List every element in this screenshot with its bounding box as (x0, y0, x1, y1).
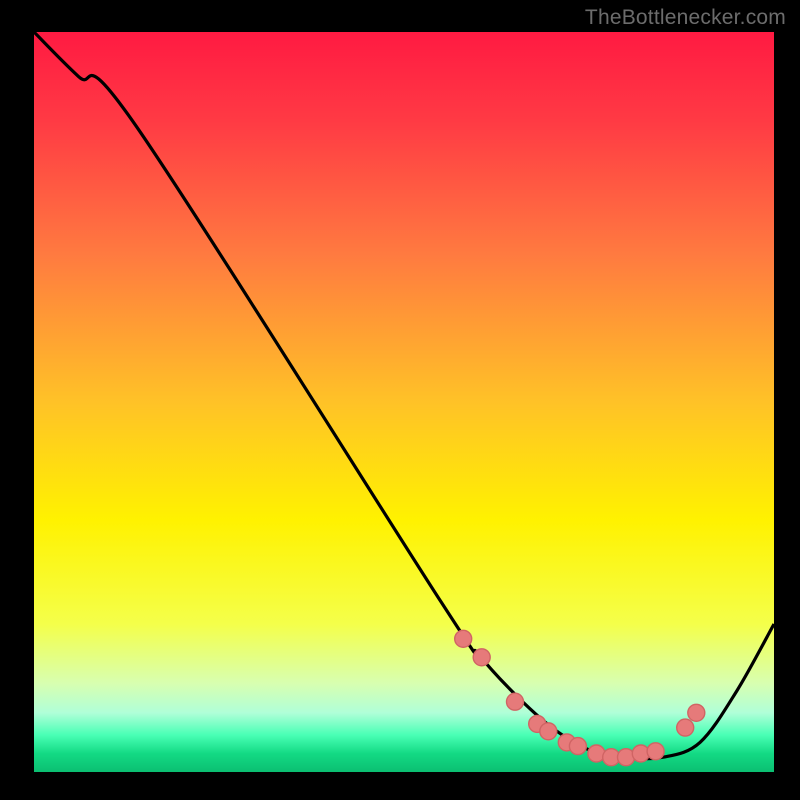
plot-area (34, 32, 774, 772)
attribution-label: TheBottlenecker.com (585, 6, 786, 30)
chart-frame: TheBottlenecker.com (0, 0, 800, 800)
heat-gradient (34, 32, 774, 772)
